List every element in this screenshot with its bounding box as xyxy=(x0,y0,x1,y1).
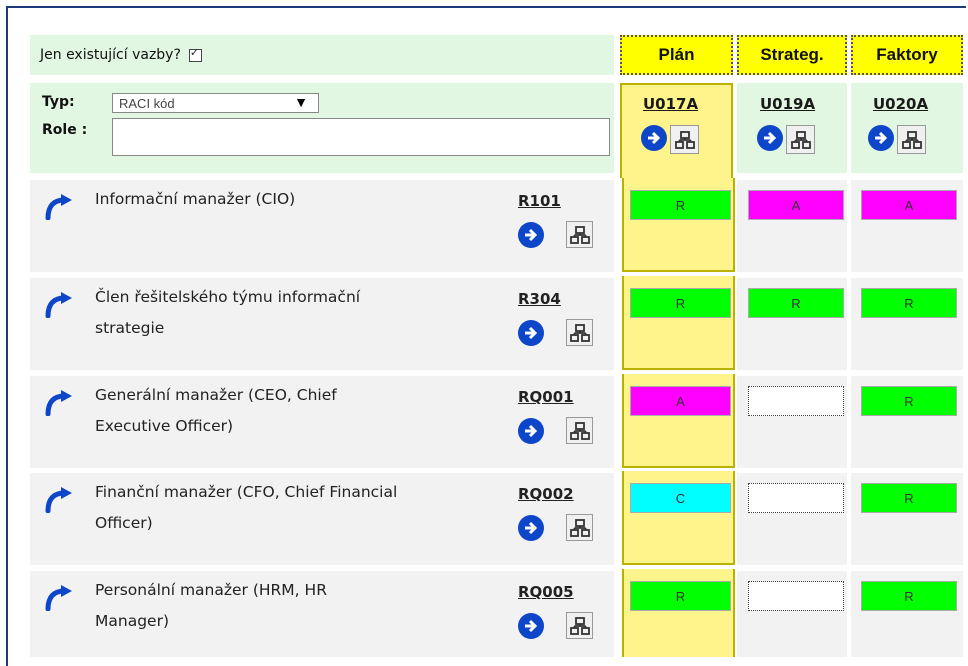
raci-badge[interactable]: R xyxy=(861,483,957,513)
go-arrow-icon[interactable] xyxy=(518,418,544,444)
role-name[interactable]: Člen řešitelského týmu informační xyxy=(95,282,360,312)
role-code-link[interactable]: RQ002 xyxy=(518,485,574,503)
raci-badge[interactable]: A xyxy=(748,190,844,220)
curved-arrow-icon[interactable] xyxy=(44,585,74,615)
column-title: Plán xyxy=(658,45,695,64)
go-arrow-icon[interactable] xyxy=(518,222,544,248)
go-arrow-icon[interactable] xyxy=(518,320,544,346)
column-actions-1 xyxy=(757,125,815,154)
raci-badge[interactable]: A xyxy=(861,190,957,220)
type-select-value: RACI kód xyxy=(119,95,175,111)
role-input[interactable] xyxy=(112,118,610,156)
raci-badge[interactable]: R xyxy=(861,386,957,416)
role-name-continued[interactable]: Manager) xyxy=(95,606,169,636)
raci-badge[interactable]: C xyxy=(630,483,731,513)
raci-badge[interactable] xyxy=(748,386,844,416)
role-label: Role : xyxy=(42,122,88,138)
only-existing-label: Jen existující vazby? xyxy=(40,47,181,63)
role-code-link[interactable]: R101 xyxy=(518,192,561,210)
tree-icon[interactable] xyxy=(566,612,593,639)
raci-badge[interactable]: A xyxy=(630,386,731,416)
raci-badge[interactable]: R xyxy=(861,288,957,318)
tree-icon[interactable] xyxy=(897,125,926,154)
go-arrow-icon[interactable] xyxy=(518,515,544,541)
curved-arrow-icon[interactable] xyxy=(44,487,74,517)
raci-badge[interactable] xyxy=(748,581,844,611)
go-arrow-icon[interactable] xyxy=(641,125,667,151)
role-code-link[interactable]: RQ005 xyxy=(518,583,574,601)
go-arrow-icon[interactable] xyxy=(518,613,544,639)
role-name[interactable]: Generální manažer (CEO, Chief xyxy=(95,380,337,410)
role-name[interactable]: Personální manažer (HRM, HR xyxy=(95,575,327,605)
role-name[interactable]: Finanční manažer (CFO, Chief Financial xyxy=(95,477,397,507)
tree-icon[interactable] xyxy=(566,319,593,346)
column-title: Faktory xyxy=(876,45,938,64)
curved-arrow-icon[interactable] xyxy=(44,390,74,420)
curved-arrow-icon[interactable] xyxy=(44,194,74,224)
go-arrow-icon[interactable] xyxy=(757,125,783,151)
column-code-link-2[interactable]: U020A xyxy=(873,95,928,113)
column-code-link-1[interactable]: U019A xyxy=(760,95,815,113)
tree-icon[interactable] xyxy=(566,514,593,541)
tree-icon[interactable] xyxy=(670,125,699,154)
tree-icon[interactable] xyxy=(786,125,815,154)
raci-badge[interactable]: R xyxy=(861,581,957,611)
role-name-continued[interactable]: Executive Officer) xyxy=(95,411,233,441)
column-title: Strateg. xyxy=(760,45,824,64)
column-header-1: Strateg. xyxy=(737,35,847,75)
type-select[interactable]: RACI kód ▼ xyxy=(112,93,319,113)
role-code-link[interactable]: R304 xyxy=(518,290,561,308)
column-actions-2 xyxy=(868,125,926,154)
only-existing-toggle[interactable]: Jen existující vazby? xyxy=(30,35,614,75)
tree-icon[interactable] xyxy=(566,221,593,248)
dropdown-arrow-icon: ▼ xyxy=(294,94,308,110)
role-name-continued[interactable]: strategie xyxy=(95,313,164,343)
column-code-link-0[interactable]: U017A xyxy=(643,95,698,113)
go-arrow-icon[interactable] xyxy=(868,125,894,151)
role-code-link[interactable]: RQ001 xyxy=(518,388,574,406)
raci-badge[interactable]: R xyxy=(630,581,731,611)
column-actions-0 xyxy=(641,125,699,154)
column-header-0: Plán xyxy=(620,35,733,75)
column-header-2: Faktory xyxy=(851,35,963,75)
raci-badge[interactable] xyxy=(748,483,844,513)
role-name-continued[interactable]: Officer) xyxy=(95,508,153,538)
raci-badge[interactable]: R xyxy=(748,288,844,318)
raci-badge[interactable]: R xyxy=(630,288,731,318)
type-label: Typ: xyxy=(42,94,75,110)
checkbox-icon[interactable] xyxy=(188,46,202,62)
raci-badge[interactable]: R xyxy=(630,190,731,220)
role-name[interactable]: Informační manažer (CIO) xyxy=(95,184,295,214)
tree-icon[interactable] xyxy=(566,417,593,444)
curved-arrow-icon[interactable] xyxy=(44,292,74,322)
